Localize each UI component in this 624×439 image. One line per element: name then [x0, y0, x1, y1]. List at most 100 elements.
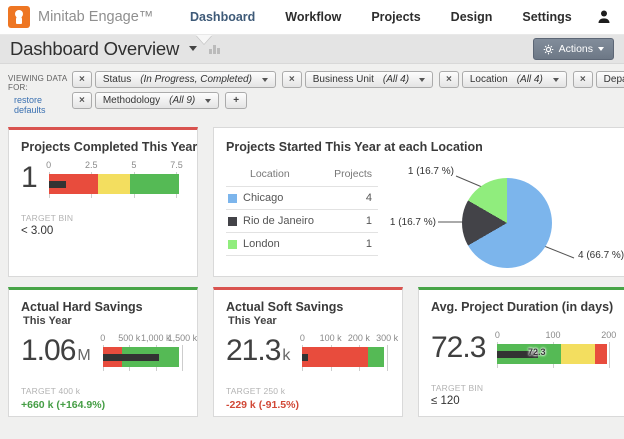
bullet-chart-projects-completed: 02.557.5	[49, 160, 185, 204]
pie-legend-table: Location Projects Chicago 4 Rio de Janei…	[226, 168, 378, 282]
column-header-projects: Projects	[332, 168, 378, 180]
page-title: Dashboard Overview	[10, 38, 179, 60]
user-account-icon[interactable]	[596, 9, 612, 25]
add-filter-button[interactable]: +	[225, 92, 247, 109]
dashboard-cards: Projects Completed This Year 1 02.557.5 …	[0, 121, 624, 425]
remove-filter-icon[interactable]: ×	[72, 71, 92, 88]
legend-swatch-rio	[228, 217, 237, 226]
chevron-down-icon	[262, 78, 268, 82]
actions-button[interactable]: Actions	[533, 38, 614, 60]
nav-tab-workflow[interactable]: Workflow	[285, 10, 341, 24]
nav-tab-settings[interactable]: Settings	[522, 10, 571, 24]
target-bin-value: ≤ 120	[431, 395, 613, 407]
filter-chip-methodology-button[interactable]: Methodology (All 9)	[95, 92, 219, 109]
column-header-location: Location	[226, 168, 332, 180]
legend-swatch-london	[228, 240, 237, 249]
filter-chip-department-button[interactable]: Department(All 4)	[596, 71, 624, 88]
bullet-chart-duration: 010020072.3	[497, 330, 613, 374]
row-count: 4	[332, 192, 378, 204]
remove-filter-icon[interactable]: ×	[72, 92, 92, 109]
pie-label-london: 1 (16.7 %)	[378, 166, 454, 177]
dashboard-selector-caret-icon[interactable]	[189, 46, 197, 51]
metric-value: 72.3	[431, 330, 485, 366]
viewing-data-label: VIEWING DATA FOR:	[8, 74, 72, 92]
target-bin-label: TARGET BIN	[21, 213, 185, 223]
remove-filter-icon[interactable]: ×	[282, 71, 302, 88]
filter-chip-row-2: × Methodology (All 9) +	[72, 92, 624, 109]
remove-filter-icon[interactable]: ×	[439, 71, 459, 88]
chip-label: Department	[604, 74, 624, 85]
legend-swatch-chicago	[228, 194, 237, 203]
filter-label-block: VIEWING DATA FOR: restore defaults	[8, 71, 72, 115]
chevron-down-icon	[553, 78, 559, 82]
value-unit: M	[77, 347, 90, 364]
value-number: 21.3	[226, 334, 280, 367]
brand-title: Minitab Engage™	[38, 9, 176, 25]
filter-chip-location: × Location (All 4)	[439, 71, 567, 88]
chip-label: Location	[470, 74, 508, 85]
filter-chip-department: × Department(All 4)	[573, 71, 624, 88]
value-unit: k	[282, 347, 290, 364]
metric-value: 21.3k	[226, 333, 290, 374]
nav-items: Dashboard Workflow Projects Design Setti…	[190, 10, 572, 24]
table-row: Chicago 4	[226, 186, 378, 209]
chip-label: Business Unit	[313, 74, 374, 85]
filter-chip-business-unit-button[interactable]: Business Unit (All 4)	[305, 71, 433, 88]
card-subtitle: This Year	[23, 315, 185, 327]
nav-tab-projects[interactable]: Projects	[371, 10, 420, 24]
card-projects-started[interactable]: Projects Started This Year at each Locat…	[213, 127, 624, 277]
filter-chip-status: × Status(In Progress, Completed)	[72, 71, 276, 88]
gear-icon	[543, 44, 554, 55]
card-actual-hard-savings[interactable]: Actual Hard Savings This Year 1.06M 0500…	[8, 287, 198, 417]
chip-detail: (All 4)	[517, 74, 543, 85]
target-label: TARGET 250 k	[226, 386, 390, 396]
filter-chip-business-unit: × Business Unit (All 4)	[282, 71, 433, 88]
table-row: London 1	[226, 232, 378, 256]
metric-value: 1	[21, 160, 37, 196]
active-tab-notch	[196, 35, 212, 44]
chart-view-icon[interactable]	[209, 45, 220, 54]
nav-tab-dashboard[interactable]: Dashboard	[190, 10, 255, 24]
filter-bar: VIEWING DATA FOR: restore defaults × Sta…	[0, 64, 624, 121]
pie-chart-area: 1 (16.7 %) 1 (16.7 %) 4 (66.7 %)	[378, 166, 610, 282]
table-row: Rio de Janeiro 1	[226, 209, 378, 232]
row-location: Rio de Janeiro	[243, 215, 332, 227]
page-header-band: Dashboard Overview Actions	[0, 34, 624, 64]
row-count: 1	[332, 215, 378, 227]
filter-chip-row-1: × Status(In Progress, Completed) × Busin…	[72, 71, 624, 88]
minitab-logo-icon	[8, 6, 30, 28]
restore-defaults-link[interactable]: restore defaults	[14, 95, 72, 115]
value-number: 1.06	[21, 334, 75, 367]
filter-chip-location-button[interactable]: Location (All 4)	[462, 71, 567, 88]
card-title: Actual Hard Savings	[21, 300, 185, 314]
card-title: Avg. Project Duration (in days)	[431, 300, 613, 314]
pie-chart[interactable]	[462, 178, 552, 268]
card-projects-completed[interactable]: Projects Completed This Year 1 02.557.5 …	[8, 127, 198, 277]
actions-caret-icon	[598, 47, 604, 51]
chip-label: Methodology	[103, 95, 160, 106]
delta-positive: +660 k (+164.9%)	[21, 399, 185, 411]
remove-filter-icon[interactable]: ×	[573, 71, 593, 88]
chevron-down-icon	[205, 99, 211, 103]
chip-label: Status	[103, 74, 131, 85]
pie-label-rio: 1 (16.7 %)	[378, 217, 436, 228]
card-subtitle: This Year	[228, 315, 390, 327]
bullet-chart-hard-savings: 0500 k1,000 k1,500 k	[103, 333, 185, 377]
filter-chip-methodology: × Methodology (All 9)	[72, 92, 219, 109]
nav-tab-design[interactable]: Design	[451, 10, 493, 24]
target-bin-value: < 3.00	[21, 225, 185, 237]
card-avg-project-duration[interactable]: Avg. Project Duration (in days) 72.3 010…	[418, 287, 624, 417]
logo-glyph-body	[16, 16, 22, 24]
bullet-chart-soft-savings: 0100 k200 k300 k	[302, 333, 390, 377]
chevron-down-icon	[419, 78, 425, 82]
card-title: Projects Completed This Year	[21, 140, 185, 154]
target-bin-label: TARGET BIN	[431, 383, 613, 393]
chip-detail: (All 9)	[169, 95, 195, 106]
card-actual-soft-savings[interactable]: Actual Soft Savings This Year 21.3k 0100…	[213, 287, 403, 417]
row-location: London	[243, 238, 332, 250]
delta-negative: -229 k (-91.5%)	[226, 399, 390, 411]
filter-chip-status-button[interactable]: Status(In Progress, Completed)	[95, 71, 276, 88]
target-label: TARGET 400 k	[21, 386, 185, 396]
chip-detail: (All 4)	[383, 74, 409, 85]
card-title: Projects Started This Year at each Locat…	[226, 140, 612, 154]
